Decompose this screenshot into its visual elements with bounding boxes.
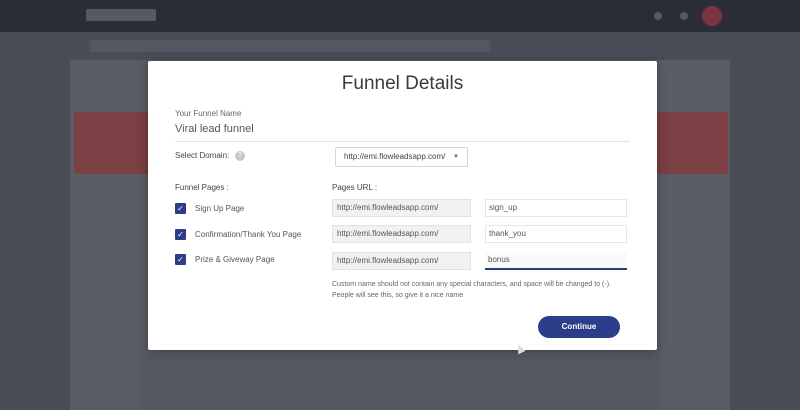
thank-you-page-label: Confirmation/Thank You Page [195,230,302,239]
funnel-pages-label: Funnel Pages : [175,183,229,192]
sign-up-slug-input[interactable]: sign_up [485,199,627,217]
settings-icon [680,12,688,20]
app-topbar [0,0,800,32]
funnel-details-modal: Funnel Details Your Funnel Name Viral le… [148,61,657,350]
thank-you-slug-input[interactable]: thank_you [485,225,627,243]
thank-you-checkbox[interactable]: ✓ [175,229,186,240]
prize-base-url: http://emi.flowleadsapp.com/ [332,252,471,270]
background-nav [90,40,490,52]
hint-line-1: Custom name should not contain any speci… [332,281,611,288]
domain-select-value: http://emi.flowleadsapp.com/ [344,152,446,161]
notification-icon [654,12,662,20]
funnel-name-label: Your Funnel Name [175,109,242,118]
funnel-name-input[interactable]: Viral lead funnel [175,123,254,135]
check-icon: ✓ [177,255,184,264]
sign-up-base-url: http://emi.flowleadsapp.com/ [332,199,471,217]
check-icon: ✓ [177,230,184,239]
prize-page-label: Prize & Giveway Page [195,255,275,264]
slug-hint: Custom name should not contain any speci… [332,279,632,301]
avatar [702,6,722,26]
background-cards [140,355,660,410]
select-domain-label: Select Domain: [175,151,230,160]
chevron-down-icon: ▼ [453,154,459,160]
domain-select[interactable]: http://emi.flowleadsapp.com/ ▼ [335,147,468,167]
app-logo [86,9,156,21]
prize-checkbox[interactable]: ✓ [175,254,186,265]
hint-line-2: People will see this, so give it a nice … [332,292,464,299]
thank-you-base-url: http://emi.flowleadsapp.com/ [332,225,471,243]
prize-slug-input[interactable]: bonus [485,252,627,270]
sign-up-checkbox[interactable]: ✓ [175,203,186,214]
modal-title: Funnel Details [341,73,464,94]
check-icon: ✓ [177,204,184,213]
continue-button[interactable]: Continue [538,316,620,338]
funnel-name-underline [175,141,630,142]
sign-up-page-label: Sign Up Page [195,204,245,213]
pages-url-label: Pages URL : [332,183,378,192]
help-icon[interactable]: ? [235,151,245,161]
